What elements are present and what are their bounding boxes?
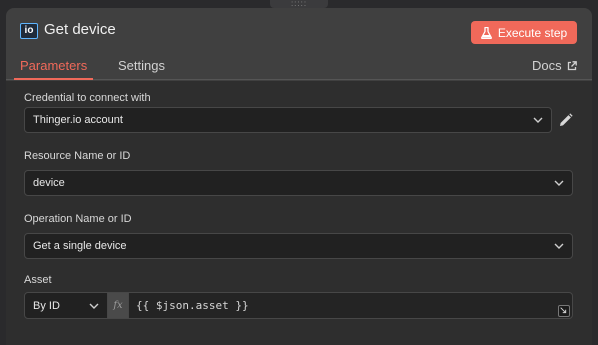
thinger-io-icon: io — [20, 23, 38, 39]
resource-select[interactable]: device — [24, 170, 573, 196]
asset-expression-input[interactable]: {{ $json.asset }} — [128, 292, 573, 319]
operation-select[interactable]: Get a single device — [24, 233, 573, 259]
tab-bar: Parameters Settings Docs — [6, 56, 592, 80]
docs-label: Docs — [532, 58, 562, 73]
tab-settings[interactable]: Settings — [118, 58, 165, 73]
flask-icon — [480, 26, 492, 39]
tab-parameters[interactable]: Parameters — [13, 58, 94, 80]
credential-value: Thinger.io account — [33, 114, 123, 126]
operation-label: Operation Name or ID — [24, 213, 132, 225]
expand-editor-icon[interactable] — [558, 305, 570, 317]
resource-value: device — [33, 177, 65, 189]
execute-step-label: Execute step — [497, 25, 568, 40]
node-title[interactable]: Get device — [44, 21, 116, 38]
asset-expression-value: {{ $json.asset }} — [136, 299, 249, 312]
panel-drag-handle[interactable]: ::::: — [270, 0, 328, 8]
edit-credential-icon[interactable] — [558, 113, 573, 128]
chevron-down-icon — [533, 117, 543, 123]
credential-select[interactable]: Thinger.io account — [24, 107, 552, 133]
asset-mode-select[interactable]: By ID — [24, 292, 108, 319]
asset-label: Asset — [24, 274, 52, 286]
asset-field: By ID fx {{ $json.asset }} — [24, 292, 573, 319]
panel-header: io Get device Execute step — [6, 8, 592, 56]
execute-step-button[interactable]: Execute step — [471, 21, 577, 44]
operation-value: Get a single device — [33, 240, 127, 252]
chevron-down-icon — [554, 243, 564, 249]
chevron-down-icon — [554, 180, 564, 186]
node-details-panel: io Get device Execute step Parameters Se… — [6, 8, 592, 345]
docs-link[interactable]: Docs — [532, 58, 577, 73]
asset-mode-value: By ID — [33, 299, 60, 312]
external-link-icon — [567, 60, 577, 70]
credential-label: Credential to connect with — [24, 92, 151, 104]
resource-label: Resource Name or ID — [24, 150, 131, 162]
chevron-down-icon — [89, 303, 99, 309]
expression-fx-icon: fx — [108, 292, 128, 319]
